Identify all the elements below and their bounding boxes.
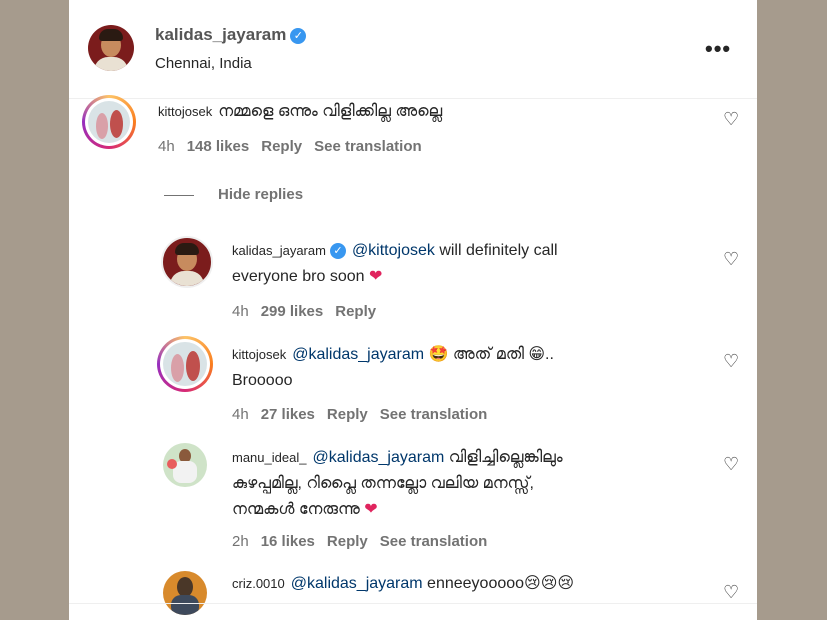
panel-bottom-divider <box>69 603 757 604</box>
reply-mention[interactable]: @kalidas_jayaram <box>312 449 444 466</box>
reply-avatar[interactable] <box>163 443 207 487</box>
reply-mention[interactable]: @kittojosek <box>352 242 435 259</box>
avatar-person-1 <box>96 113 108 139</box>
heart-outline-icon[interactable]: ♡ <box>723 583 739 601</box>
comment-username[interactable]: kittojosek <box>158 104 212 119</box>
post-comments-panel: kalidas_jayaram ✓ Chennai, India ••• kitt… <box>69 0 757 620</box>
reply-body: manu_ideal_ @kalidas_jayaram വിളിച്ചില്ലെ… <box>232 445 563 523</box>
reply-text-line1: വിളിച്ചില്ലെങ്കിലും <box>444 449 563 466</box>
reply-likes[interactable]: 27 likes <box>261 406 315 423</box>
red-heart-emoji: ❤ <box>368 268 383 285</box>
comment-meta: 4h 148 likes Reply See translation <box>158 138 434 155</box>
reply-body: criz.0010 @kalidas_jayaram enneeyooooo😢😢😢 <box>232 571 574 597</box>
reply-text-line1: 🤩 അത് മതി 😁.. <box>424 346 554 363</box>
reply-username[interactable]: manu_ideal_ <box>232 450 306 465</box>
reply-username[interactable]: kalidas_jayaram <box>232 243 326 258</box>
reply-text-line2: Brooooo <box>232 372 293 389</box>
reply-time[interactable]: 4h <box>232 406 249 423</box>
comment-likes[interactable]: 148 likes <box>187 138 250 155</box>
reply-likes[interactable]: 299 likes <box>261 303 324 320</box>
reply-button[interactable]: Reply <box>327 406 368 423</box>
hide-replies-divider <box>164 195 194 196</box>
reply-text-line1: enneeyooooo😢😢😢 <box>422 575 575 592</box>
reply-text-line2: everyone bro soon <box>232 268 369 285</box>
avatar-person-2 <box>186 351 200 381</box>
see-translation-button[interactable]: See translation <box>380 406 488 423</box>
comment-body: kittojosek നമ്മളെ ഒന്നും വിളിക്കില്ല അല്ല… <box>158 99 442 125</box>
avatar-shirt <box>94 57 128 71</box>
heart-outline-icon[interactable]: ♡ <box>723 352 739 370</box>
reply-likes[interactable]: 16 likes <box>261 533 315 550</box>
reply-time[interactable]: 4h <box>232 303 249 320</box>
post-location[interactable]: Chennai, India <box>155 55 252 72</box>
avatar-shirt <box>170 271 204 286</box>
avatar-body <box>171 595 199 615</box>
reply-meta: 4h 299 likes Reply <box>232 303 388 320</box>
reply-meta: 4h 27 likes Reply See translation <box>232 406 499 423</box>
reply-button[interactable]: Reply <box>335 303 376 320</box>
hide-replies-button[interactable]: Hide replies <box>218 186 303 203</box>
reply-avatar[interactable] <box>161 236 213 288</box>
author-avatar[interactable] <box>88 25 134 71</box>
reply-time[interactable]: 2h <box>232 533 249 550</box>
comment-text: നമ്മളെ ഒന്നും വിളിക്കില്ല അല്ലെ <box>218 103 443 120</box>
reply-username[interactable]: kittojosek <box>232 347 286 362</box>
avatar-hair <box>99 29 123 41</box>
comment-avatar-ring[interactable] <box>82 95 136 149</box>
reply-avatar[interactable] <box>163 571 207 615</box>
comment-time[interactable]: 4h <box>158 138 175 155</box>
verified-badge-icon: ✓ <box>290 27 307 44</box>
avatar-hair <box>175 243 199 255</box>
post-header: kalidas_jayaram ✓ Chennai, India ••• <box>69 0 757 99</box>
more-options-icon[interactable]: ••• <box>705 36 731 62</box>
reply-avatar-ring[interactable] <box>157 336 213 392</box>
reply-text-line3: നന്മകൾ നേരുന്നു <box>232 501 365 518</box>
verified-badge-icon: ✓ <box>329 242 346 259</box>
avatar-head <box>177 577 193 597</box>
reply-mention[interactable]: @kalidas_jayaram <box>292 346 424 363</box>
reply-body: kittojosek @kalidas_jayaram 🤩 അത് മതി 😁..… <box>232 342 554 394</box>
author-username-text[interactable]: kalidas_jayaram <box>155 25 286 44</box>
heart-outline-icon[interactable]: ♡ <box>723 110 739 128</box>
reply-mention[interactable]: @kalidas_jayaram <box>291 575 423 592</box>
reply-button[interactable]: Reply <box>261 138 302 155</box>
red-heart-emoji: ❤ <box>364 501 378 518</box>
avatar-person-1 <box>171 354 184 382</box>
commenter-avatar <box>88 101 130 143</box>
reply-text-line2: കുഴപ്പമില്ല, റിപ്ലൈ തന്നല്ലോ വലിയ മനസ്സ്… <box>232 475 534 492</box>
reply-button[interactable]: Reply <box>327 533 368 550</box>
reply-username[interactable]: criz.0010 <box>232 576 285 591</box>
heart-outline-icon[interactable]: ♡ <box>723 455 739 473</box>
heart-outline-icon[interactable]: ♡ <box>723 250 739 268</box>
reply-text-line1: will definitely call <box>434 242 558 259</box>
reply-avatar <box>163 342 207 386</box>
reply-meta: 2h 16 likes Reply See translation <box>232 533 499 550</box>
reply-body: kalidas_jayaram ✓ @kittojosek will definit… <box>232 238 558 290</box>
see-translation-button[interactable]: See translation <box>380 533 488 550</box>
see-translation-button[interactable]: See translation <box>314 138 422 155</box>
avatar-person-2 <box>110 110 123 138</box>
avatar-accent <box>167 459 177 469</box>
author-username[interactable]: kalidas_jayaram ✓ <box>155 25 307 45</box>
